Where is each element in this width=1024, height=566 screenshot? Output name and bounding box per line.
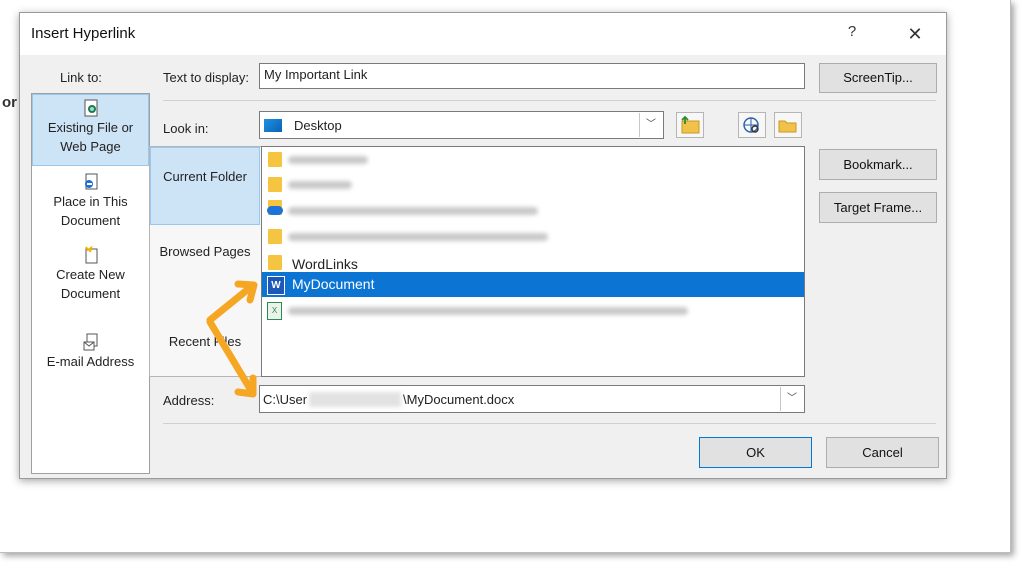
- create-new-document-label: Create New Document: [56, 267, 125, 301]
- browse-web-icon: [743, 117, 759, 133]
- link-to-place-in-document[interactable]: Place in This Document: [32, 170, 149, 241]
- desktop-icon: [264, 119, 282, 132]
- blurred-filename: [288, 307, 688, 315]
- place-in-document-icon: [84, 173, 97, 190]
- list-item[interactable]: X: [262, 298, 804, 323]
- document-text-fragment: or: [2, 94, 17, 111]
- folder-icon: [268, 229, 282, 244]
- look-in-label: Look in:: [163, 121, 209, 136]
- address-redacted: [309, 392, 401, 407]
- onedrive-icon: [267, 206, 283, 215]
- tab-current-folder[interactable]: Current Folder: [150, 147, 260, 225]
- file-list[interactable]: WordLinks W MyDocument X: [261, 146, 805, 377]
- existing-file-icon: [84, 99, 97, 117]
- new-document-icon: [84, 246, 97, 264]
- blurred-filename: [288, 156, 368, 164]
- existing-file-label: Existing File or Web Page: [47, 120, 134, 154]
- address-prefix: C:\User: [263, 392, 308, 407]
- folder-icon: [268, 177, 282, 192]
- bottom-separator: [163, 423, 936, 424]
- list-item[interactable]: WordLinks: [262, 250, 804, 272]
- list-item[interactable]: [262, 224, 804, 249]
- excel-file-icon: X: [267, 302, 282, 320]
- link-to-panel: Existing File or Web Page Place in This …: [31, 93, 150, 474]
- dialog-title: Insert Hyperlink: [31, 25, 136, 42]
- address-label: Address:: [163, 393, 215, 408]
- link-to-create-new[interactable]: Create New Document: [32, 243, 149, 314]
- help-button[interactable]: ?: [840, 23, 864, 45]
- link-to-label: Link to:: [60, 70, 102, 85]
- link-to-existing-file[interactable]: Existing File or Web Page: [32, 94, 149, 166]
- look-in-dropdown[interactable]: Desktop ﹀: [259, 111, 664, 139]
- close-button[interactable]: ✕: [900, 19, 930, 49]
- screentip-button[interactable]: ScreenTip...: [819, 63, 937, 93]
- address-suffix: \MyDocument.docx: [403, 392, 515, 407]
- blurred-filename: [288, 233, 548, 241]
- tab-recent-files[interactable]: Recent Files: [150, 332, 260, 362]
- cancel-button[interactable]: Cancel: [826, 437, 939, 468]
- folder-icon: [268, 152, 282, 167]
- email-icon: [83, 333, 97, 351]
- bookmark-button[interactable]: Bookmark...: [819, 149, 937, 180]
- blurred-filename: [288, 181, 352, 189]
- look-in-value: Desktop: [294, 118, 342, 133]
- chevron-down-icon[interactable]: ﹀: [639, 113, 662, 137]
- up-one-folder-button[interactable]: [676, 112, 704, 138]
- ok-button[interactable]: OK: [699, 437, 812, 468]
- email-address-label: E-mail Address: [46, 354, 135, 369]
- address-input[interactable]: C:\User \MyDocument.docx ﹀: [259, 385, 805, 413]
- insert-hyperlink-dialog: Insert Hyperlink ? ✕ Link to: Text to di…: [19, 12, 947, 479]
- word-document-icon: W: [267, 276, 285, 295]
- blurred-filename: [288, 207, 538, 215]
- target-frame-button[interactable]: Target Frame...: [819, 192, 937, 223]
- browse-file-button[interactable]: [774, 112, 802, 138]
- list-item-selected[interactable]: W MyDocument: [262, 272, 804, 297]
- tab-browsed-pages[interactable]: Browsed Pages: [150, 242, 260, 292]
- link-to-email[interactable]: E-mail Address: [32, 330, 149, 385]
- dialog-titlebar: Insert Hyperlink ? ✕: [20, 13, 946, 55]
- place-in-document-label: Place in This Document: [53, 194, 128, 228]
- folder-icon: [268, 255, 282, 270]
- chevron-down-icon[interactable]: ﹀: [780, 387, 803, 411]
- browse-web-button[interactable]: [738, 112, 766, 138]
- list-item[interactable]: [262, 198, 804, 223]
- list-item[interactable]: [262, 147, 804, 172]
- file-name: WordLinks: [292, 256, 358, 272]
- text-to-display-input[interactable]: My Important Link: [259, 63, 805, 89]
- text-to-display-label: Text to display:: [163, 70, 249, 85]
- up-folder-icon: [681, 115, 700, 134]
- top-separator: [163, 100, 936, 101]
- list-item[interactable]: [262, 172, 804, 197]
- open-folder-icon: [778, 120, 797, 133]
- file-name: MyDocument: [292, 276, 375, 292]
- file-source-tabs: Current Folder Browsed Pages Recent File…: [149, 146, 261, 377]
